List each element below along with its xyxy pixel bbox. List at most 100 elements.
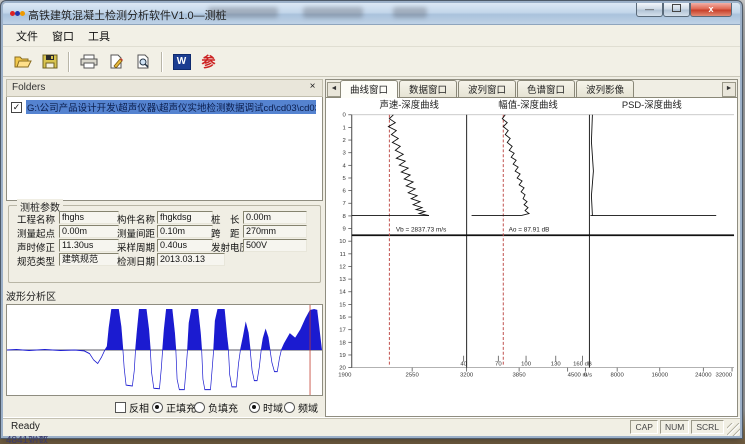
print-button[interactable] (76, 50, 101, 74)
param-value[interactable]: 270mm (243, 225, 307, 238)
param-value[interactable]: 0.00m (59, 225, 119, 238)
maximize-icon (672, 4, 681, 12)
save-icon (42, 54, 58, 69)
tab-波列影像[interactable]: 波列影像 (576, 80, 634, 97)
psd-tick-label: 16000 (652, 373, 669, 379)
tab-色谱窗口[interactable]: 色谱窗口 (517, 80, 575, 97)
depth-tick-label: 3 (343, 151, 347, 157)
fill-positive-radio[interactable]: 正填充 (152, 400, 196, 415)
export-button[interactable] (103, 50, 128, 74)
tab-bar: ◄曲线窗口数据窗口波列窗口色谱窗口波列影像 ► (326, 80, 737, 98)
depth-tick-label: 5 (343, 176, 347, 182)
param-value[interactable]: 0.40us (157, 239, 213, 252)
status-indicator-num: NUM (660, 420, 689, 434)
folders-close-button[interactable]: × (306, 81, 319, 94)
freq-domain-radio[interactable]: 频域 (284, 400, 318, 415)
depth-tick-label: 10 (339, 239, 346, 245)
chart-area[interactable]: 声速-深度曲线幅值-深度曲线PSD-深度曲线012345678910111213… (326, 97, 737, 416)
tab-数据窗口[interactable]: 数据窗口 (399, 80, 457, 97)
tab-曲线窗口[interactable]: 曲线窗口 (340, 80, 398, 98)
depth-curves-plot[interactable]: 声速-深度曲线幅值-深度曲线PSD-深度曲线012345678910111213… (326, 97, 737, 416)
open-icon (14, 54, 32, 69)
curve-amplitude-depth (502, 115, 529, 216)
save-button[interactable] (37, 50, 62, 74)
amplitude-tick-label: 40 (460, 362, 467, 368)
depth-tick-label: 9 (343, 227, 347, 233)
fill-positive-radio-label: 正填充 (166, 400, 196, 415)
amplitude-tick-label: 100 (521, 362, 532, 368)
status-bar: Ready CAPNUMSCRL (3, 417, 740, 436)
parameters-button[interactable]: 参 (196, 50, 221, 74)
glass-smudge (303, 7, 363, 18)
param-value[interactable]: 500V (243, 239, 307, 252)
velocity-tick-label: 2550 (406, 373, 420, 379)
minimize-button[interactable]: — (636, 3, 663, 17)
preview-button[interactable] (130, 50, 155, 74)
depth-tick-label: 6 (343, 189, 347, 195)
curve-psd-depth (591, 115, 593, 216)
depth-tick-label: 7 (343, 201, 346, 207)
word-icon: W (173, 54, 191, 70)
depth-tick-label: 12 (339, 264, 346, 270)
radio-icon[interactable] (152, 402, 163, 413)
list-item[interactable]: ✓ G:\公司产品设计开发\超声仪器\超声仪实地检测数据调试cd\cd03\cd… (7, 100, 322, 114)
waveform-options-row: 反相 正填充负填充时域频域 (6, 399, 323, 415)
fill-negative-radio[interactable]: 负填充 (194, 400, 238, 415)
menu-item-1[interactable]: 窗口 (45, 26, 81, 46)
word-export-button[interactable]: W (169, 50, 194, 74)
folders-panel-header: Folders × (6, 79, 323, 97)
amplitude-tick-label: 130 (551, 362, 562, 368)
titlebar[interactable]: 高铁建筑混凝土检测分析软件V1.0—测桩 — x (3, 3, 740, 25)
radio-icon[interactable] (194, 402, 205, 413)
close-button[interactable]: x (690, 3, 732, 17)
depth-tick-label: 1 (343, 125, 346, 131)
close-icon: x (708, 4, 713, 14)
freq-domain-radio-label: 频域 (298, 400, 318, 415)
radio-icon[interactable] (284, 402, 295, 413)
param-label: 检测日期 (117, 254, 155, 268)
param-value[interactable]: 2013.03.13 (157, 253, 225, 266)
depth-tick-label: 15 (339, 302, 346, 308)
tab-scroll-left-button[interactable]: ◄ (327, 82, 341, 97)
menu-item-0[interactable]: 文件 (9, 26, 45, 46)
param-value[interactable]: fhgkdsg (157, 211, 213, 224)
resize-grip[interactable] (727, 423, 740, 436)
depth-tick-label: 18 (339, 340, 346, 346)
amplitude-tick-label: 70 (495, 362, 502, 368)
checkbox-checked-icon[interactable]: ✓ (11, 102, 22, 113)
depth-tick-label: 8 (343, 214, 347, 220)
param-value[interactable]: 建筑规范 (59, 253, 119, 266)
toolbar-separator (161, 52, 163, 72)
depth-tick-label: 13 (339, 277, 346, 283)
invert-checkbox[interactable]: 反相 (115, 400, 149, 415)
waveform-trace (7, 309, 317, 389)
param-label: 工程名称 (17, 212, 55, 226)
param-label: 测量间距 (117, 226, 155, 240)
waveform-plot (7, 305, 322, 395)
status-indicator-cap: CAP (630, 420, 657, 434)
velocity-tick-label: 3850 (513, 373, 527, 379)
param-value[interactable]: 0.00m (243, 211, 307, 224)
tab-波列窗口[interactable]: 波列窗口 (458, 80, 516, 97)
glass-smudge (393, 7, 427, 18)
radio-icon[interactable] (249, 402, 260, 413)
checkbox-icon[interactable] (115, 402, 126, 413)
maximize-button[interactable] (663, 3, 690, 17)
depth-tick-label: 14 (339, 290, 346, 296)
tab-scroll-right-button[interactable]: ► (722, 82, 736, 97)
toolbar-separator (68, 52, 70, 72)
status-ready-label: Ready (11, 421, 40, 432)
open-button[interactable] (10, 50, 35, 74)
param-value[interactable]: 0.10m (157, 225, 213, 238)
param-icon: 参 (202, 52, 216, 72)
folders-list[interactable]: ✓ G:\公司产品设计开发\超声仪器\超声仪实地检测数据调试cd\cd03\cd… (6, 97, 323, 201)
depth-tick-label: 4 (343, 163, 347, 169)
menu-bar: 文件窗口工具 (3, 25, 740, 47)
status-indicator-scrl: SCRL (691, 420, 724, 434)
menu-item-2[interactable]: 工具 (81, 26, 117, 46)
param-value[interactable]: 11.30us (59, 239, 119, 252)
file-path-label[interactable]: G:\公司产品设计开发\超声仪器\超声仪实地检测数据调试cd\cd03\cd03… (26, 100, 316, 114)
waveform-fill (7, 309, 322, 389)
time-domain-radio[interactable]: 时域 (249, 400, 283, 415)
param-value[interactable]: fhghs (59, 211, 119, 224)
